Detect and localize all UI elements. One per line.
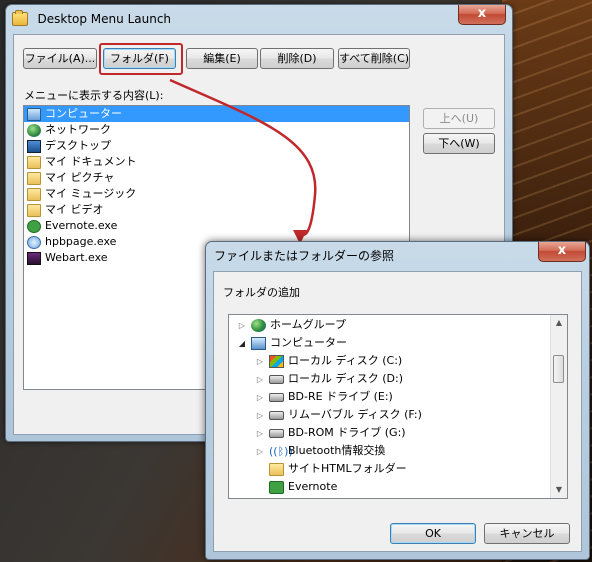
tree-node[interactable]: ◢ コンピューター (237, 334, 347, 352)
tree-node-label: ローカル ディスク (C:) (288, 354, 403, 367)
optical-drive-icon (269, 392, 284, 402)
dialog-title: ファイルまたはフォルダーの参照 (214, 249, 395, 263)
tree-node[interactable]: サイトHTMLフォルダー (255, 460, 407, 478)
scroll-thumb[interactable] (553, 355, 564, 383)
tree-node-label: サイトHTMLフォルダー (288, 462, 407, 475)
ok-button[interactable]: OK (390, 523, 476, 544)
homegroup-icon (251, 318, 266, 332)
tree-node-label: ローカル ディスク (D:) (288, 372, 403, 385)
expand-arrow-icon[interactable]: ▷ (255, 425, 265, 443)
tree-node-label: BD-ROM ドライブ (G:) (288, 426, 406, 439)
expand-arrow-icon[interactable]: ▷ (255, 407, 265, 425)
computer-icon (251, 336, 266, 350)
expand-arrow-icon[interactable]: ▷ (255, 353, 265, 371)
dialog-close-button[interactable]: x (538, 242, 586, 262)
removable-drive-icon (269, 410, 284, 420)
folder-icon (269, 462, 284, 476)
expand-arrow-icon[interactable]: ▷ (255, 443, 265, 461)
expand-arrow-icon[interactable]: ▷ (255, 371, 265, 389)
dialog-client-area: フォルダの追加 ▲ ▼ ▷ ホームグループ ◢ コンピューター ▷ ローカル ディスク (… (213, 271, 582, 552)
expand-arrow-icon[interactable]: ▷ (255, 389, 265, 407)
tree-node[interactable]: ▷ BD-RE ドライブ (E:) (255, 388, 393, 406)
optical-drive-icon (269, 428, 284, 438)
folder-tree[interactable]: ▲ ▼ ▷ ホームグループ ◢ コンピューター ▷ ローカル ディスク (C:) ▷ ローカル… (228, 314, 568, 499)
drive-icon (269, 374, 284, 384)
scroll-down-icon[interactable]: ▼ (551, 482, 567, 498)
tree-scrollbar[interactable]: ▲ ▼ (550, 315, 567, 498)
windows-drive-icon (269, 354, 284, 368)
tree-node[interactable]: ▷ ローカル ディスク (D:) (255, 370, 403, 388)
evernote-icon (269, 480, 284, 494)
tree-node-label: コンピューター (270, 336, 347, 349)
scroll-up-icon[interactable]: ▲ (551, 315, 567, 331)
tree-node[interactable]: ▷ ホームグループ (237, 316, 346, 334)
tree-node-label: Evernote (288, 480, 338, 493)
tree-node[interactable]: Evernote (255, 478, 337, 496)
cancel-button[interactable]: キャンセル (484, 523, 570, 544)
tree-node-label: ホームグループ (270, 318, 347, 331)
tree-node-label: Bluetooth情報交換 (288, 444, 386, 457)
tree-node[interactable]: ▷ BD-ROM ドライブ (G:) (255, 424, 406, 442)
tree-node-label: BD-RE ドライブ (E:) (288, 390, 393, 403)
tree-node[interactable]: ▷ リムーバブル ディスク (F:) (255, 406, 422, 424)
tree-node[interactable]: ▷ ローカル ディスク (C:) (255, 352, 402, 370)
expand-arrow-icon[interactable]: ▷ (237, 317, 247, 335)
bluetooth-icon: ((ᛒ)) (269, 444, 293, 458)
tree-node[interactable]: ▷ ((ᛒ))Bluetooth情報交換 (255, 442, 385, 460)
collapse-arrow-icon[interactable]: ◢ (237, 335, 247, 353)
browse-folder-dialog: ファイルまたはフォルダーの参照 x フォルダの追加 ▲ ▼ ▷ ホームグループ ◢ コ… (205, 241, 590, 560)
dialog-label: フォルダの追加 (223, 286, 300, 299)
tree-node-label: リムーバブル ディスク (F:) (288, 408, 422, 421)
